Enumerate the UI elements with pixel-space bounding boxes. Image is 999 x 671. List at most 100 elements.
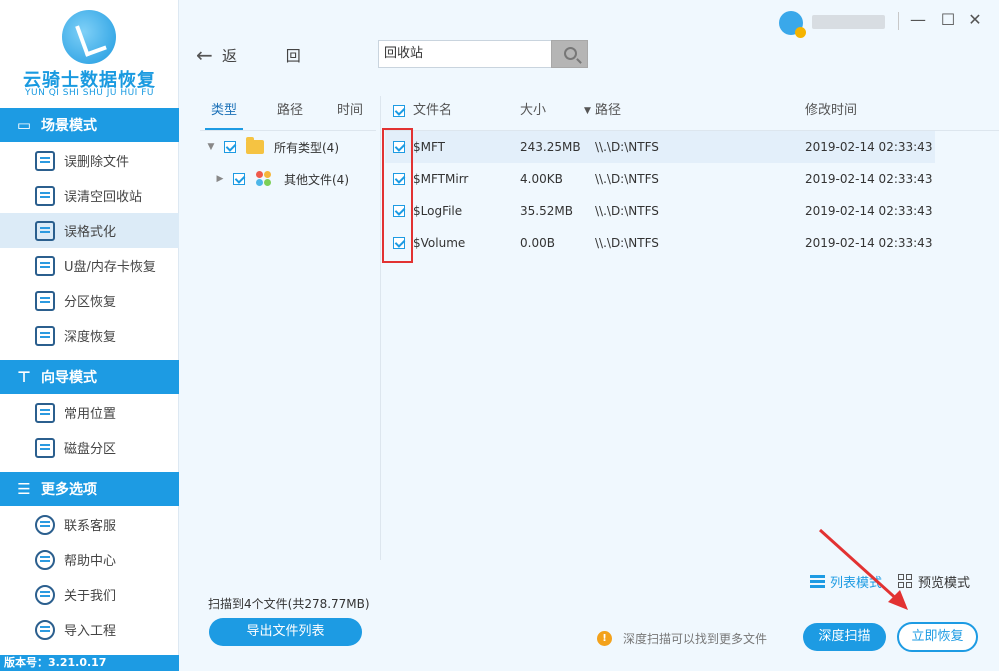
file-name: $MFTMirr [413, 172, 469, 186]
sidebar-item-label: 磁盘分区 [64, 442, 117, 457]
sidebar-item-common-location[interactable]: 常用位置 [0, 395, 179, 430]
table-row[interactable]: $Volume 0.00B \\.\D:\NTFS 2019-02-14 02:… [385, 227, 935, 259]
version-label: 版本号：3.21.0.17 [0, 655, 179, 671]
file-name: $LogFile [413, 204, 463, 218]
sidebar-item-label: 深度恢复 [64, 330, 117, 345]
sidebar-item-emptied-recycle-bin[interactable]: 误清空回收站 [0, 178, 179, 213]
sort-arrow-icon: ▼ [584, 106, 591, 116]
username-redacted[interactable] [812, 15, 885, 29]
other-files-icon [256, 171, 272, 187]
sidebar-item-label: 误格式化 [64, 225, 117, 240]
table-row[interactable]: $LogFile 35.52MB \\.\D:\NTFS 2019-02-14 … [385, 195, 935, 227]
file-path: \\.\D:\NTFS [595, 140, 659, 154]
common-location-icon [35, 402, 55, 423]
tree-item-label: 所有类型(4) [274, 140, 339, 155]
warning-icon: ! [597, 631, 612, 646]
usb-icon [35, 255, 55, 276]
column-header-name[interactable]: 文件名 [413, 96, 452, 130]
tab-type[interactable]: 类型 [205, 96, 243, 130]
section-guide-mode[interactable]: ⊤ 向导模式 [0, 360, 179, 394]
search-button[interactable] [551, 40, 588, 68]
format-icon [35, 220, 55, 241]
preview-mode-toggle[interactable]: 预览模式 [898, 572, 971, 591]
titlebar-divider [898, 12, 899, 30]
section-more-options[interactable]: ☰ 更多选项 [0, 472, 179, 506]
sidebar-item-label: 关于我们 [64, 589, 117, 604]
minimize-button[interactable]: — [907, 9, 929, 31]
tree-item-label: 其他文件(4) [284, 172, 349, 187]
select-all-checkbox[interactable] [393, 105, 405, 117]
sidebar-item-help-center[interactable]: 帮助中心 [0, 542, 179, 577]
file-size: 243.25MB [520, 140, 581, 154]
user-avatar[interactable] [779, 11, 806, 38]
search-input[interactable]: 回收站 [378, 40, 552, 68]
file-modified: 2019-02-14 02:33:43 [805, 140, 933, 154]
tip-text: 深度扫描可以找到更多文件 [623, 632, 768, 646]
export-file-list-button[interactable]: 导出文件列表 [209, 618, 362, 646]
preview-mode-label: 预览模式 [918, 575, 971, 591]
help-icon [35, 549, 55, 570]
back-button[interactable]: 返 回 [222, 45, 323, 66]
sidebar-item-about-us[interactable]: 关于我们 [0, 577, 179, 612]
sidebar-item-deleted-files[interactable]: 误删除文件 [0, 143, 179, 178]
deep-recovery-icon [35, 325, 55, 346]
search-icon [564, 47, 577, 60]
column-header-modified[interactable]: 修改时间 [805, 96, 857, 130]
close-button[interactable]: ✕ [964, 9, 986, 31]
recycle-bin-icon [35, 185, 55, 206]
vip-badge-icon [795, 27, 806, 38]
signpost-icon: ⊤ [17, 368, 31, 386]
deep-scan-button[interactable]: 深度扫描 [803, 623, 886, 651]
file-modified: 2019-02-14 02:33:43 [805, 172, 933, 186]
app-subtitle: YUN QI SHI SHU JU HUI FU [25, 88, 154, 98]
tree-item-all-types[interactable]: ▼ 所有类型(4) [200, 131, 376, 163]
list-mode-label: 列表模式 [830, 575, 883, 591]
checkbox[interactable] [224, 141, 236, 153]
tree-item-other-files[interactable]: ▶ 其他文件(4) [200, 163, 376, 195]
sidebar-item-label: 分区恢复 [64, 295, 117, 310]
support-icon [35, 514, 55, 535]
import-icon [35, 619, 55, 640]
file-name: $Volume [413, 236, 466, 250]
sidebar-item-contact-support[interactable]: 联系客服 [0, 507, 179, 542]
section-scene-mode[interactable]: ▭ 场景模式 [0, 108, 179, 142]
file-size: 0.00B [520, 236, 555, 250]
section-more-options-label: 更多选项 [41, 482, 97, 498]
sidebar-item-deep-recovery[interactable]: 深度恢复 [0, 318, 179, 353]
file-name: $MFT [413, 140, 446, 154]
about-icon [35, 584, 55, 605]
sidebar-item-label: 误清空回收站 [64, 190, 143, 205]
section-guide-mode-label: 向导模式 [41, 370, 97, 386]
list-mode-toggle[interactable]: 列表模式 [810, 572, 883, 591]
checkbox[interactable] [233, 173, 245, 185]
back-arrow-icon[interactable]: ← [196, 43, 213, 67]
sidebar-item-disk-partition[interactable]: 磁盘分区 [0, 430, 179, 465]
sidebar-item-formatted[interactable]: 误格式化 [0, 213, 179, 248]
file-size: 4.00KB [520, 172, 563, 186]
sidebar-item-label: 误删除文件 [64, 155, 130, 170]
collapse-arrow-icon[interactable]: ▼ [205, 142, 217, 152]
column-header-size[interactable]: 大小 [520, 96, 546, 130]
file-modified: 2019-02-14 02:33:43 [805, 236, 933, 250]
sidebar: 云骑士数据恢复 YUN QI SHI SHU JU HUI FU ▭ 场景模式 … [0, 0, 179, 671]
maximize-button[interactable]: ☐ [937, 9, 959, 31]
sidebar-item-label: U盘/内存卡恢复 [64, 260, 156, 275]
tab-time[interactable]: 时间 [331, 96, 369, 130]
table-row[interactable]: $MFTMirr 4.00KB \\.\D:\NTFS 2019-02-14 0… [385, 163, 935, 195]
list-view-icon [810, 574, 825, 589]
grid-view-icon [898, 573, 913, 589]
sidebar-item-usb-card[interactable]: U盘/内存卡恢复 [0, 248, 179, 283]
recover-now-button[interactable]: 立即恢复 [897, 622, 978, 652]
sidebar-item-label: 导入工程 [64, 624, 117, 639]
table-row[interactable]: $MFT 243.25MB \\.\D:\NTFS 2019-02-14 02:… [385, 131, 935, 163]
sidebar-item-partition-recovery[interactable]: 分区恢复 [0, 283, 179, 318]
column-header-path[interactable]: 路径 [595, 96, 621, 130]
sidebar-item-import-project[interactable]: 导入工程 [0, 612, 179, 647]
section-scene-mode-label: 场景模式 [41, 118, 97, 134]
tab-path[interactable]: 路径 [271, 96, 309, 130]
knight-logo-icon [62, 10, 116, 64]
expand-arrow-icon[interactable]: ▶ [214, 174, 226, 184]
file-path: \\.\D:\NTFS [595, 204, 659, 218]
deleted-file-icon [35, 150, 55, 171]
checkbox-highlight-annotation [382, 128, 413, 263]
